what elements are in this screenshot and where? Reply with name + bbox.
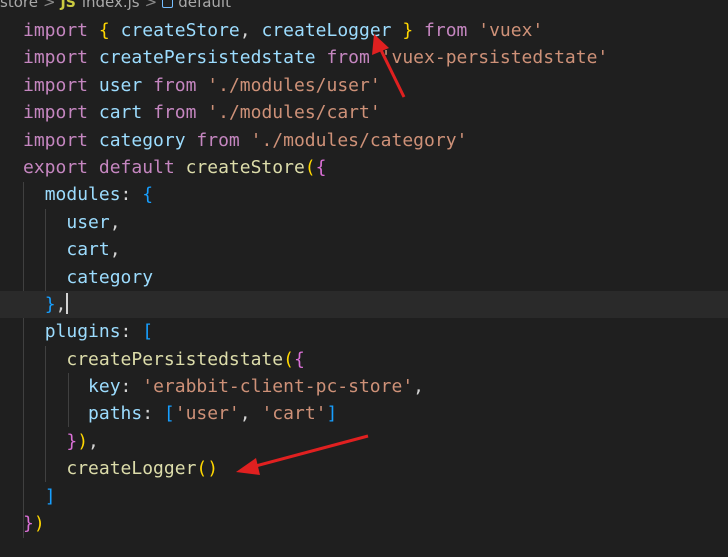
annotation-arrows: [236, 34, 406, 475]
code-editor[interactable]: store > JS index.js > default import { create…: [0, 0, 728, 557]
arrow-to-createLogger-call: [236, 434, 369, 475]
arrow-to-createLogger-import: [372, 34, 406, 98]
